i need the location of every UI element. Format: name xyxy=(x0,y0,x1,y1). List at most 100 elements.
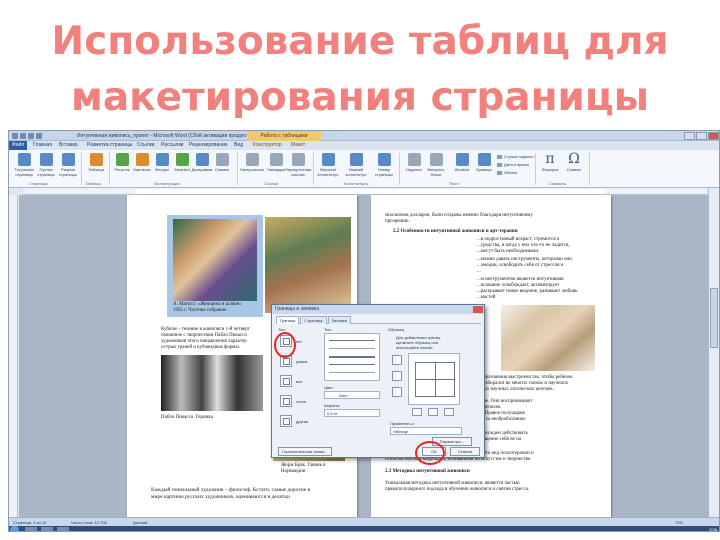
image-art-therapy-photo xyxy=(501,305,595,371)
width-label: Ширина: xyxy=(324,403,340,408)
status-zoom[interactable]: 70% xyxy=(675,520,683,525)
status-words[interactable]: Число слов: 12 796 xyxy=(71,520,107,525)
preview-box[interactable] xyxy=(408,353,460,405)
textbox-icon xyxy=(407,153,421,166)
vertical-scrollbar[interactable] xyxy=(708,188,719,517)
apply-to-dropdown[interactable]: таблице xyxy=(390,427,462,435)
horizontal-ruler[interactable] xyxy=(23,188,707,195)
table-icon xyxy=(89,153,103,166)
image-matisse-woman-in-hat xyxy=(173,219,257,301)
signature-line-button[interactable]: Строка подписи xyxy=(497,154,534,159)
tab-table-layout[interactable]: Макет xyxy=(291,142,305,148)
symbol-button[interactable]: Ω Символ xyxy=(561,151,587,172)
setting-all-button[interactable] xyxy=(280,375,292,387)
line-type-label: Тип: xyxy=(324,327,332,332)
smartart-icon xyxy=(175,153,189,166)
width-dropdown[interactable]: 0,5 пт xyxy=(324,409,380,417)
vertical-ruler[interactable] xyxy=(9,195,18,517)
clipart-icon xyxy=(135,153,149,166)
border-inside-h-button[interactable] xyxy=(392,371,402,381)
slide-title-line2: макетирования страницы xyxy=(70,75,650,120)
tab-home[interactable]: Главная xyxy=(33,142,52,148)
slide-title-line1: Использование таблиц для xyxy=(51,19,669,64)
taskbar-app-word[interactable] xyxy=(57,527,69,531)
caption-braque-2: Нормандии xyxy=(281,469,306,474)
clock: 3:36 xyxy=(709,527,717,532)
dropcap-icon xyxy=(477,153,491,166)
preview-label: Образец xyxy=(388,327,405,332)
quick-access-toolbar[interactable] xyxy=(12,133,64,139)
tab-review[interactable]: Рецензирование xyxy=(189,142,228,148)
dropcap-button[interactable]: Буквица xyxy=(471,153,497,172)
bookmark-icon xyxy=(269,153,283,166)
link-icon xyxy=(245,153,259,166)
pagenum-icon xyxy=(377,153,391,166)
horizontal-line-button[interactable]: Горизонтальная линия... xyxy=(278,447,332,456)
page-icon xyxy=(61,153,75,166)
line-style-list[interactable] xyxy=(324,333,380,381)
tab-borders[interactable]: Граница xyxy=(276,316,300,324)
close-icon[interactable] xyxy=(708,132,719,140)
quickparts-button[interactable]: Экспресс-блоки xyxy=(423,153,449,177)
border-inside-v-button[interactable] xyxy=(428,408,438,416)
page-break-button[interactable]: Разрыв страницы xyxy=(55,153,81,177)
borders-and-shading-dialog[interactable]: Границы и заливка Граница Страница Заливка… xyxy=(271,304,485,458)
page-icon xyxy=(17,153,31,166)
border-top-button[interactable] xyxy=(392,355,402,365)
dialog-title: Границы и заливка xyxy=(272,305,484,314)
cancel-button[interactable]: Отмена xyxy=(450,447,480,456)
tab-file[interactable]: Файл xyxy=(9,141,28,150)
object-button[interactable]: Объект xyxy=(497,170,518,175)
equation-button[interactable]: π Формула xyxy=(537,151,563,172)
wordart-icon xyxy=(455,153,469,166)
border-left-button[interactable] xyxy=(412,408,422,416)
screenshot-button[interactable]: Снимок xyxy=(209,153,235,172)
page-number-button[interactable]: Номер страницы xyxy=(371,153,397,177)
pi-icon: π xyxy=(545,151,555,167)
tab-shading[interactable]: Заливка xyxy=(327,316,351,324)
maximize-icon[interactable] xyxy=(696,132,707,140)
date-time-button[interactable]: Дата и время xyxy=(497,162,529,167)
setting-custom-button[interactable] xyxy=(280,415,292,427)
omega-icon: Ω xyxy=(568,151,580,167)
footer-button[interactable]: Нижний колонтитул xyxy=(343,153,369,177)
border-bottom-button[interactable] xyxy=(392,387,402,397)
tab-layout[interactable]: Разметка страницы xyxy=(87,142,132,148)
status-language[interactable]: русский xyxy=(133,520,147,525)
highlight-circle-setting xyxy=(274,332,296,358)
tab-page-border[interactable]: Страница xyxy=(300,316,327,324)
tab-view[interactable]: Вид xyxy=(234,142,243,148)
apply-to-label: Применить к: xyxy=(390,421,415,426)
tab-mailings[interactable]: Рассылки xyxy=(161,142,183,148)
tab-insert[interactable]: Вставка xyxy=(59,142,78,148)
document-canvas: А. Матисс: «Женщина в шляпе» 1905 г. Час… xyxy=(19,195,709,517)
tab-references[interactable]: Ссылки xyxy=(137,142,155,148)
table-button[interactable]: Таблица xyxy=(83,153,109,172)
taskbar-app-1[interactable] xyxy=(25,527,37,531)
screenshot-icon xyxy=(215,153,229,166)
quickparts-icon xyxy=(429,153,443,166)
picture-icon xyxy=(115,153,129,166)
minimize-icon[interactable] xyxy=(684,132,695,140)
dialog-tabs: Граница Страница Заливка xyxy=(276,316,481,324)
window-title: Интуитивная живопись_проект - Microsoft … xyxy=(77,133,252,139)
dialog-close-icon[interactable] xyxy=(473,306,483,313)
slide-title: Использование таблиц для макетирования с… xyxy=(0,14,720,126)
crossref-button[interactable]: Перекрестная ссылка xyxy=(285,153,311,177)
caption-matisse-2: 1905 г. Частное собрание xyxy=(173,308,227,313)
color-dropdown[interactable]: Авто xyxy=(324,391,380,399)
tab-design[interactable]: Конструктор xyxy=(253,142,282,148)
setting-grid-button[interactable] xyxy=(280,395,292,407)
scrollbar-thumb[interactable] xyxy=(710,288,718,348)
start-button[interactable] xyxy=(10,526,19,531)
border-right-button[interactable] xyxy=(444,408,454,416)
header-button[interactable]: Верхний колонтитул xyxy=(315,153,341,177)
word-screenshot: Интуитивная живопись_проект - Microsoft … xyxy=(8,130,720,532)
shapes-icon xyxy=(155,153,169,166)
caption-guernica: Пабло Пикассо. Герника xyxy=(161,415,213,420)
taskbar-app-2[interactable] xyxy=(41,527,53,531)
color-label: Цвет: xyxy=(324,385,335,390)
hyperlink-button[interactable]: Гиперссылка xyxy=(239,153,265,172)
status-page[interactable]: Страница: 5 из 10 xyxy=(13,520,46,525)
header-icon xyxy=(321,153,335,166)
